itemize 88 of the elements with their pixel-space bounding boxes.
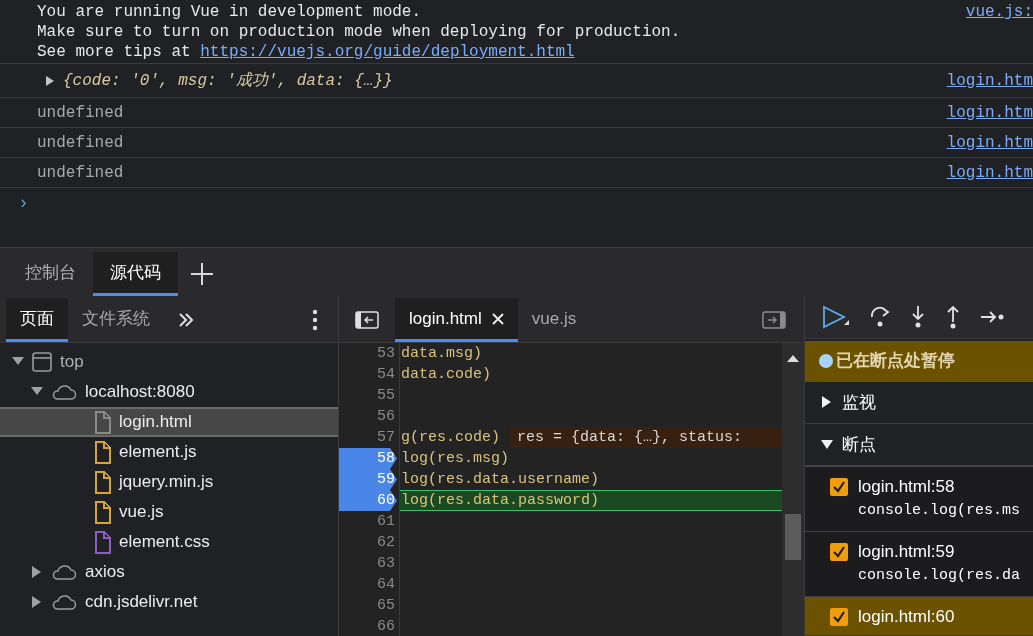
source-link[interactable]: login.htm	[946, 68, 1033, 93]
line-number: 62	[377, 533, 395, 553]
line-number: 58	[377, 449, 395, 469]
double-chevron-icon	[178, 312, 194, 328]
source-link[interactable]: vue.js:	[965, 2, 1033, 22]
expand-triangle-icon[interactable]	[31, 596, 43, 608]
collapse-triangle-icon	[821, 438, 833, 451]
object-preview: {code: '0', msg: '成功', data: {…}}	[63, 70, 393, 92]
status-dot-icon	[819, 354, 833, 369]
line-number: 55	[377, 386, 395, 406]
panel-tab[interactable]: 控制台	[8, 252, 93, 296]
paused-status: 已在断点处暂停	[836, 350, 955, 373]
step-over-icon[interactable]	[869, 304, 891, 329]
tree-item[interactable]: top	[0, 347, 338, 377]
link[interactable]: https://vuejs.org/guide/deployment.html	[200, 43, 575, 61]
close-icon[interactable]	[491, 312, 504, 325]
navigator-tab[interactable]: 文件系统	[68, 298, 164, 342]
breakpoint-location: login.html:58	[858, 476, 956, 498]
scroll-up-icon[interactable]	[787, 355, 799, 362]
line-number: 65	[377, 596, 395, 616]
line-number: 64	[377, 575, 395, 595]
line-number: 59	[377, 470, 395, 490]
line-number: 66	[377, 617, 395, 636]
line-number: 60	[377, 491, 395, 511]
code-line: data.msg)	[401, 344, 482, 364]
line-number: 63	[377, 554, 395, 574]
file-tab[interactable]: vue.js	[517, 298, 591, 342]
cloud-icon	[51, 382, 77, 402]
expand-triangle-icon[interactable]	[45, 75, 55, 86]
tree-item[interactable]: vue.js	[0, 497, 338, 527]
expand-triangle-icon	[821, 396, 833, 409]
tree-item[interactable]: localhost:8080	[0, 377, 338, 407]
navigator-tab[interactable]: 页面	[6, 298, 68, 342]
plus-icon	[190, 262, 214, 286]
breakpoint-code: console.log(res.da	[858, 566, 1021, 586]
checkbox[interactable]	[830, 478, 848, 496]
tree-item[interactable]: login.html	[0, 407, 338, 437]
source-link[interactable]: login.htm	[946, 130, 1033, 155]
section-header[interactable]: 监视	[805, 381, 1033, 425]
line-number: 56	[377, 407, 395, 427]
expand-triangle-icon[interactable]	[31, 566, 43, 578]
breakpoint-item[interactable]: login.html:60	[805, 597, 1033, 636]
source-link[interactable]: login.htm	[946, 160, 1033, 185]
breakpoint-marker[interactable]	[339, 448, 397, 469]
code-line: g(res.code)	[401, 428, 501, 448]
code-line: log(res.data.password)	[401, 491, 600, 511]
console-message: undefined	[37, 132, 124, 154]
file-tab[interactable]: login.html	[395, 298, 518, 342]
console-message: You are running Vue in development mode.	[37, 2, 423, 22]
tree-item[interactable]: element.js	[0, 437, 338, 467]
line-number: 61	[377, 512, 395, 532]
checkbox[interactable]	[830, 608, 848, 626]
step-out-icon[interactable]	[945, 304, 961, 329]
line-number: 54	[377, 365, 395, 385]
breakpoint-marker[interactable]	[339, 469, 397, 490]
breakpoint-item[interactable]: login.html:59 console.log(res.da	[805, 532, 1033, 597]
code-line: log(res.data.username)	[401, 470, 600, 490]
tree-item[interactable]: jquery.min.js	[0, 467, 338, 497]
panel-tab[interactable]: 源代码	[93, 252, 178, 296]
code-line: log(res.msg)	[401, 449, 510, 469]
kebab-menu-icon	[312, 309, 318, 331]
code-line: data.code)	[401, 365, 491, 385]
breakpoint-location: login.html:59	[858, 541, 956, 563]
tree-item[interactable]: axios	[0, 557, 338, 587]
cloud-icon	[51, 592, 77, 612]
prompt-icon[interactable]: ›	[0, 188, 1033, 217]
sidebar-toggle-icon	[355, 311, 379, 329]
console-message: undefined	[37, 162, 124, 184]
step-into-icon[interactable]	[910, 304, 926, 329]
checkbox[interactable]	[830, 543, 848, 561]
sidebar-toggle-icon	[762, 311, 786, 329]
source-link[interactable]: login.htm	[946, 100, 1033, 125]
console-message: Make sure to turn on production mode when deploying for production.	[37, 22, 681, 42]
resume-icon[interactable]	[822, 304, 850, 329]
breakpoint-code: console.log(res.ms	[858, 501, 1021, 521]
line-number: 57	[377, 428, 395, 448]
frame-icon	[32, 352, 52, 372]
console-message: See more tips at https://vuejs.org/guide/deployment.html	[37, 42, 576, 62]
tree-item[interactable]: cdn.jsdelivr.net	[0, 587, 338, 617]
breakpoint-item[interactable]: login.html:58 console.log(res.ms	[805, 467, 1033, 532]
console-message: undefined	[37, 102, 124, 124]
inline-value: res = {data: {…}, status:	[510, 427, 782, 448]
tree-item[interactable]: element.css	[0, 527, 338, 557]
breakpoint-marker[interactable]	[339, 490, 397, 511]
cloud-icon	[51, 562, 77, 582]
breakpoint-location: login.html:60	[858, 606, 955, 628]
line-number: 53	[377, 344, 395, 364]
scrollbar-thumb[interactable]	[785, 514, 801, 560]
